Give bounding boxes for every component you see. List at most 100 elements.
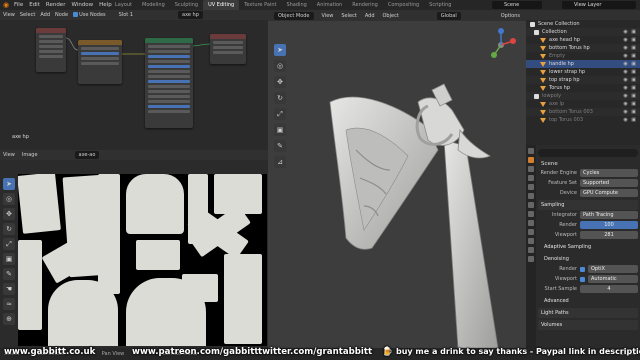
render-tab-icon[interactable] — [528, 157, 534, 163]
visibility-toggle-icon[interactable]: ◉ ▣ — [623, 29, 637, 35]
integrator-select[interactable]: Path Tracing — [580, 211, 638, 219]
outliner-row[interactable]: lowpoly ◉ ▣ — [526, 92, 640, 100]
tab-layout[interactable]: Layout — [110, 0, 137, 10]
outliner-row[interactable]: axe lp ◉ ▣ — [526, 100, 640, 108]
outliner-row[interactable]: bottom Torus hp ◉ ▣ — [526, 44, 640, 52]
ao-texture-image[interactable] — [18, 174, 267, 346]
adaptive-sampling-header[interactable]: Adaptive Sampling — [538, 242, 638, 252]
scene-tab-icon[interactable] — [528, 184, 534, 190]
menu-edit[interactable]: Edit — [29, 2, 40, 8]
advanced-header[interactable]: Advanced — [538, 296, 638, 306]
denoise-render-checkbox[interactable] — [580, 266, 585, 272]
outliner-row[interactable]: Collection ◉ ▣ — [526, 28, 640, 36]
outliner-panel[interactable]: Scene Collection Collection ◉ ▣ axe head hp… — [526, 10, 640, 145]
rotate-icon[interactable]: ↻ — [3, 223, 15, 235]
menu-window[interactable]: Window — [71, 2, 93, 8]
tab-uv-editing[interactable]: UV Editing — [203, 0, 240, 10]
outliner-row-label: lowpoly — [542, 93, 562, 99]
pinch-icon[interactable]: ⊕ — [3, 313, 15, 325]
image-selector[interactable]: axe-ao — [74, 151, 100, 159]
tab-compositing[interactable]: Compositing — [383, 0, 424, 10]
device-row: Device GPU Compute — [538, 188, 638, 198]
mesh-object-icon — [540, 69, 546, 75]
render-engine-select[interactable]: Cycles — [580, 169, 638, 177]
visibility-toggle-icon[interactable]: ◉ ▣ — [623, 101, 637, 107]
material-tab-icon[interactable] — [528, 256, 534, 262]
outliner-row[interactable]: handle hp ◉ ▣ — [526, 60, 640, 68]
denoise-render-select[interactable]: OptiX — [588, 265, 638, 273]
object-tab-icon[interactable] — [528, 202, 534, 208]
tab-animation[interactable]: Animation — [312, 0, 348, 10]
visibility-toggle-icon[interactable]: ◉ ▣ — [623, 109, 637, 115]
tool-tab-icon[interactable] — [528, 148, 534, 154]
start-sample-field[interactable]: 4 — [580, 285, 638, 293]
visibility-toggle-icon[interactable]: ◉ ▣ — [623, 45, 637, 51]
select-cursor-icon[interactable]: ➤ — [3, 178, 15, 190]
move-icon[interactable]: ✥ — [3, 208, 15, 220]
visibility-toggle-icon[interactable]: ◉ ▣ — [623, 77, 637, 83]
scale-icon[interactable]: ⤢ — [3, 238, 15, 250]
constraints-tab-icon[interactable] — [528, 238, 534, 244]
overlay-twitter: twitter.com/grantabbitt — [258, 346, 373, 357]
visibility-toggle-icon[interactable]: ◉ ▣ — [623, 61, 637, 67]
visibility-toggle-icon[interactable]: ◉ ▣ — [623, 117, 637, 123]
tab-modeling[interactable]: Modeling — [137, 0, 170, 10]
view-layer-tab-icon[interactable] — [528, 175, 534, 181]
image-menu-view[interactable]: View — [3, 152, 15, 158]
device-select[interactable]: GPU Compute — [580, 189, 638, 197]
grab-icon[interactable]: ☚ — [3, 283, 15, 295]
annotate-icon[interactable]: ✎ — [3, 268, 15, 280]
menu-file[interactable]: File — [14, 2, 23, 8]
shader-node-editor[interactable]: View Select Add Node Use Nodes Slot 1 ax… — [0, 10, 268, 150]
3d-viewport[interactable]: Object Mode View Select Add Object Globa… — [268, 10, 526, 348]
feature-set-select[interactable]: Supported — [580, 179, 638, 187]
uv-image-editor[interactable]: View Image axe-ao — [0, 150, 268, 348]
outliner-row[interactable]: top Torus 003 ◉ ▣ — [526, 116, 640, 124]
properties-panel[interactable]: Scene Render Engine Cycles Feature Set Sup… — [526, 145, 640, 348]
data-tab-icon[interactable] — [528, 247, 534, 253]
outliner-row[interactable]: lower strap hp ◉ ▣ — [526, 68, 640, 76]
scene-selector[interactable]: Scene — [492, 1, 542, 9]
tab-scripting[interactable]: Scripting — [424, 0, 456, 10]
light-paths-header[interactable]: Light Paths — [538, 308, 638, 318]
outliner-row[interactable]: Torus hp ◉ ▣ — [526, 84, 640, 92]
outliner-row[interactable]: bottom Torus 003 ◉ ▣ — [526, 108, 640, 116]
denoise-viewport-checkbox[interactable] — [580, 276, 585, 282]
transform-icon[interactable]: ▣ — [3, 253, 15, 265]
output-tab-icon[interactable] — [528, 166, 534, 172]
outliner-row[interactable]: axe head hp ◉ ▣ — [526, 36, 640, 44]
properties-search-input[interactable] — [538, 149, 638, 157]
relax-icon[interactable]: ≈ — [3, 298, 15, 310]
visibility-toggle-icon[interactable]: ◉ ▣ — [623, 69, 637, 75]
visibility-toggle-icon[interactable]: ◉ ▣ — [623, 53, 637, 59]
mesh-object-icon — [540, 85, 546, 91]
visibility-toggle-icon[interactable]: ◉ ▣ — [623, 37, 637, 43]
particles-tab-icon[interactable] — [528, 220, 534, 226]
outliner-row[interactable]: top strap hp ◉ ▣ — [526, 76, 640, 84]
view-layer-selector[interactable]: View Layer — [562, 1, 636, 9]
uv-toolbar: ➤ ◎ ✥ ↻ ⤢ ▣ ✎ ☚ ≈ ⊕ — [3, 178, 17, 325]
tab-rendering[interactable]: Rendering — [347, 0, 383, 10]
denoise-viewport-select[interactable]: Automatic — [588, 275, 638, 283]
visibility-toggle-icon[interactable]: ◉ ▣ — [623, 85, 637, 91]
tab-texture-paint[interactable]: Texture Paint — [239, 0, 281, 10]
overlay-message: buy me a drink to say thanks - Paypal li… — [396, 347, 640, 356]
visibility-toggle-icon[interactable]: ◉ ▣ — [623, 93, 637, 99]
tab-shading[interactable]: Shading — [281, 0, 311, 10]
menu-render[interactable]: Render — [46, 2, 66, 8]
modifier-tab-icon[interactable] — [528, 211, 534, 217]
volumes-header[interactable]: Volumes — [538, 320, 638, 330]
cursor-icon[interactable]: ◎ — [3, 193, 15, 205]
world-tab-icon[interactable] — [528, 193, 534, 199]
physics-tab-icon[interactable] — [528, 229, 534, 235]
sampling-panel-header[interactable]: Sampling — [538, 200, 638, 210]
render-samples-field[interactable]: 100 — [580, 221, 638, 229]
blender-logo-icon[interactable]: ◉ — [3, 1, 11, 9]
tab-sculpting[interactable]: Sculpting — [170, 0, 203, 10]
outliner-row[interactable]: Scene Collection — [526, 20, 640, 28]
viewport-samples-field[interactable]: 281 — [580, 231, 638, 239]
uv-island — [126, 174, 184, 234]
outliner-row[interactable]: Empty ◉ ▣ — [526, 52, 640, 60]
denoising-header[interactable]: Denoising — [538, 254, 638, 264]
image-menu-image[interactable]: Image — [22, 152, 38, 158]
